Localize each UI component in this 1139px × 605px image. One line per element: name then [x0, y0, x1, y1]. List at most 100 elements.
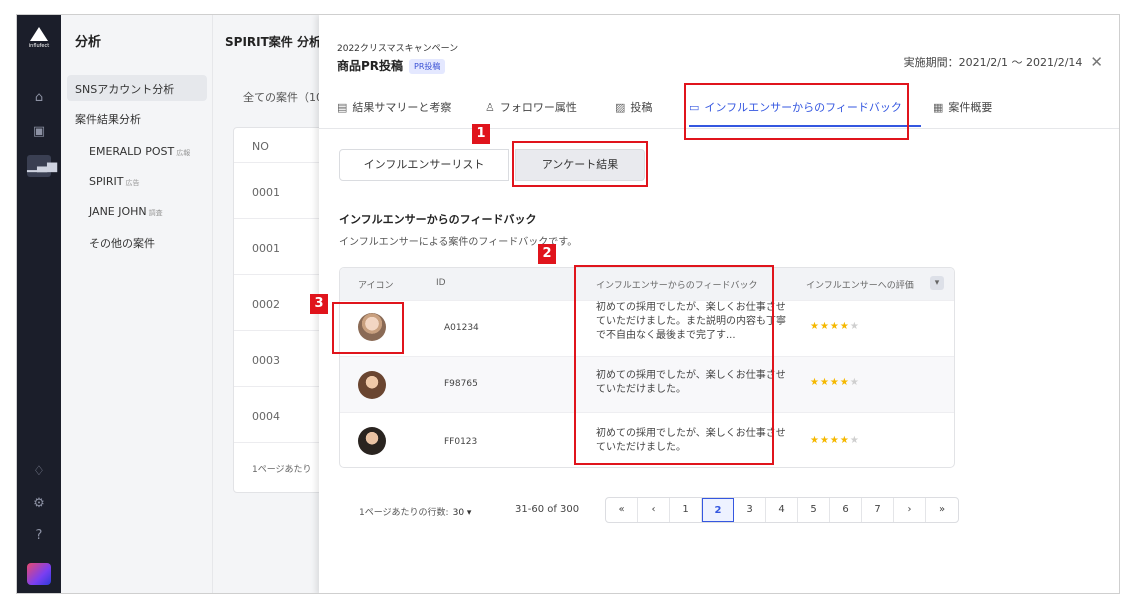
sidebar-item-other[interactable]: その他の案件 [89, 235, 155, 251]
last-page-button[interactable]: » [926, 498, 958, 522]
table-row[interactable]: 0004 [252, 410, 280, 423]
sidebar-item-sns[interactable]: SNSアカウント分析 [67, 75, 207, 101]
post-type-badge: PR投稿 [409, 59, 446, 74]
sidebar-item-tag: 広報 [176, 149, 191, 157]
tab-case-overview[interactable]: ▦ 案件概要 [933, 99, 992, 129]
annotation-number: 1 [472, 124, 490, 144]
app-logo[interactable]: influfect [25, 27, 53, 57]
sidebar-item-label: 案件結果分析 [75, 113, 141, 126]
tab-summary[interactable]: ▤ 結果サマリーと考察 [337, 99, 451, 129]
image-icon: ▨ [615, 101, 626, 114]
star-empty-icon: ★ [849, 321, 860, 332]
avatar [358, 371, 386, 399]
page-buttons: « ‹ 1 2 3 4 5 6 7 › » [605, 497, 959, 523]
icon-rail: influfect ⌂ ▣ ▁▃▅ ♢ ⚙ ? [17, 15, 61, 593]
close-icon[interactable]: ✕ [1090, 53, 1103, 71]
page-button[interactable]: 6 [830, 498, 862, 522]
sidebar-item-emerald-post[interactable]: EMERALD POST 広報 [89, 145, 190, 158]
table-row[interactable]: 0001 [252, 186, 280, 199]
pagination: 1ページあたりの行数: 30 ▾ 31-60 of 300 « ‹ 1 2 3 4… [339, 497, 959, 525]
sidebar-item-label: SNSアカウント分析 [75, 83, 175, 96]
rows-per-page-label: 1ページあたり [252, 465, 312, 475]
modal-title-text: 商品PR投稿 [337, 59, 404, 73]
sidebar-item-case-results[interactable]: 案件結果分析 [75, 111, 141, 127]
divider [234, 386, 324, 387]
sidebar-item-label: SPIRIT [89, 175, 124, 188]
rating-stars: ★★★★★ [810, 321, 860, 332]
annotation-highlight-tab [684, 83, 909, 140]
rating-stars: ★★★★★ [810, 435, 860, 446]
analysis-sidebar: 分析 SNSアカウント分析 案件結果分析 EMERALD POST 広報 SPIR… [61, 15, 213, 593]
chart-icon[interactable]: ▁▃▅ [27, 155, 57, 177]
tab-label: 結果サマリーと考察 [352, 101, 452, 114]
page-button[interactable]: 1 [670, 498, 702, 522]
page-button[interactable]: 7 [862, 498, 894, 522]
table-row[interactable]: 0002 [252, 298, 280, 311]
chevron-down-icon[interactable]: ▾ [930, 276, 944, 290]
sidebar-item-label: その他の案件 [89, 237, 155, 250]
table-row[interactable]: 0001 [252, 242, 280, 255]
star-filled-icon: ★★★★ [810, 321, 850, 332]
divider [234, 442, 324, 443]
influencer-id: A01234 [444, 323, 479, 333]
avatar [358, 427, 386, 455]
tab-label: 案件概要 [948, 101, 993, 114]
page-title: SPIRIT案件 分析 [225, 35, 321, 49]
background-page: SPIRIT案件 分析 全ての案件（10 NO 0001 0001 0002 0… [213, 15, 324, 593]
next-page-button[interactable]: › [894, 498, 926, 522]
users-icon: ♙ [485, 101, 495, 114]
star-empty-icon: ★ [849, 377, 860, 388]
page-button[interactable]: 4 [766, 498, 798, 522]
app-window: influfect ⌂ ▣ ▁▃▅ ♢ ⚙ ? 分析 SNSアカウント分析 案件… [16, 14, 1120, 594]
column-header-id: ID [436, 278, 446, 288]
rows-per-page-select[interactable]: 30 ▾ [453, 508, 472, 518]
star-filled-icon: ★★★★ [810, 377, 850, 388]
sidebar-item-label: JANE JOHN [89, 205, 147, 218]
section-title: インフルエンサーからのフィードバック [339, 213, 537, 226]
bell-icon[interactable]: ♢ [27, 461, 51, 483]
sidebar-title: 分析 [75, 35, 102, 50]
influencer-id: F98765 [444, 379, 478, 389]
rows-per-page: 1ページあたりの行数: 30 ▾ [359, 505, 471, 518]
first-page-button[interactable]: « [606, 498, 638, 522]
column-header-icon: アイコン [358, 281, 394, 291]
calendar-icon[interactable]: ▣ [27, 121, 51, 143]
tab-label: 投稿 [630, 101, 653, 114]
divider [234, 330, 324, 331]
column-header-no: NO [252, 140, 269, 153]
page-button[interactable]: 3 [734, 498, 766, 522]
table-row[interactable]: 0003 [252, 354, 280, 367]
rows-per-page-label: 1ページあたりの行数: [359, 508, 449, 518]
period-label: 実施期間：2021/2/1 〜 2021/2/14 ✕ [904, 53, 1103, 71]
campaign-name: 2022クリスマスキャンペーン [337, 44, 459, 54]
app-switcher-icon[interactable] [27, 563, 51, 585]
annotation-number: 3 [310, 294, 328, 314]
prev-page-button[interactable]: ‹ [638, 498, 670, 522]
home-icon[interactable]: ⌂ [27, 87, 51, 109]
help-icon[interactable]: ? [27, 525, 51, 547]
divider [234, 274, 324, 275]
gear-icon[interactable]: ⚙ [27, 493, 51, 515]
star-filled-icon: ★★★★ [810, 435, 850, 446]
annotation-number: 2 [538, 244, 556, 264]
document-icon: ▤ [337, 101, 348, 114]
influencer-id: FF0123 [444, 437, 478, 447]
annotation-highlight-feedback [574, 265, 774, 465]
segment-influencer-list[interactable]: インフルエンサーリスト [339, 149, 509, 181]
divider [234, 162, 324, 163]
period-text: 実施期間：2021/2/1 〜 2021/2/14 [903, 56, 1083, 69]
page-button-active[interactable]: 2 [702, 498, 734, 522]
rating-stars: ★★★★★ [810, 377, 860, 388]
annotation-highlight-avatar [332, 302, 404, 354]
sidebar-item-label: EMERALD POST [89, 145, 175, 158]
star-empty-icon: ★ [849, 435, 860, 446]
sidebar-item-jane-john[interactable]: JANE JOHN 調査 [89, 205, 163, 218]
tab-followers[interactable]: ♙ フォロワー属性 [485, 99, 577, 129]
calendar-icon: ▦ [933, 101, 944, 114]
sidebar-item-spirit[interactable]: SPIRIT 広告 [89, 175, 139, 188]
tab-posts[interactable]: ▨ 投稿 [615, 99, 652, 129]
page-button[interactable]: 5 [798, 498, 830, 522]
annotation-highlight-segment [512, 141, 648, 187]
column-header-rating[interactable]: インフルエンサーへの評価 [806, 278, 914, 291]
sidebar-item-tag: 調査 [148, 209, 163, 217]
